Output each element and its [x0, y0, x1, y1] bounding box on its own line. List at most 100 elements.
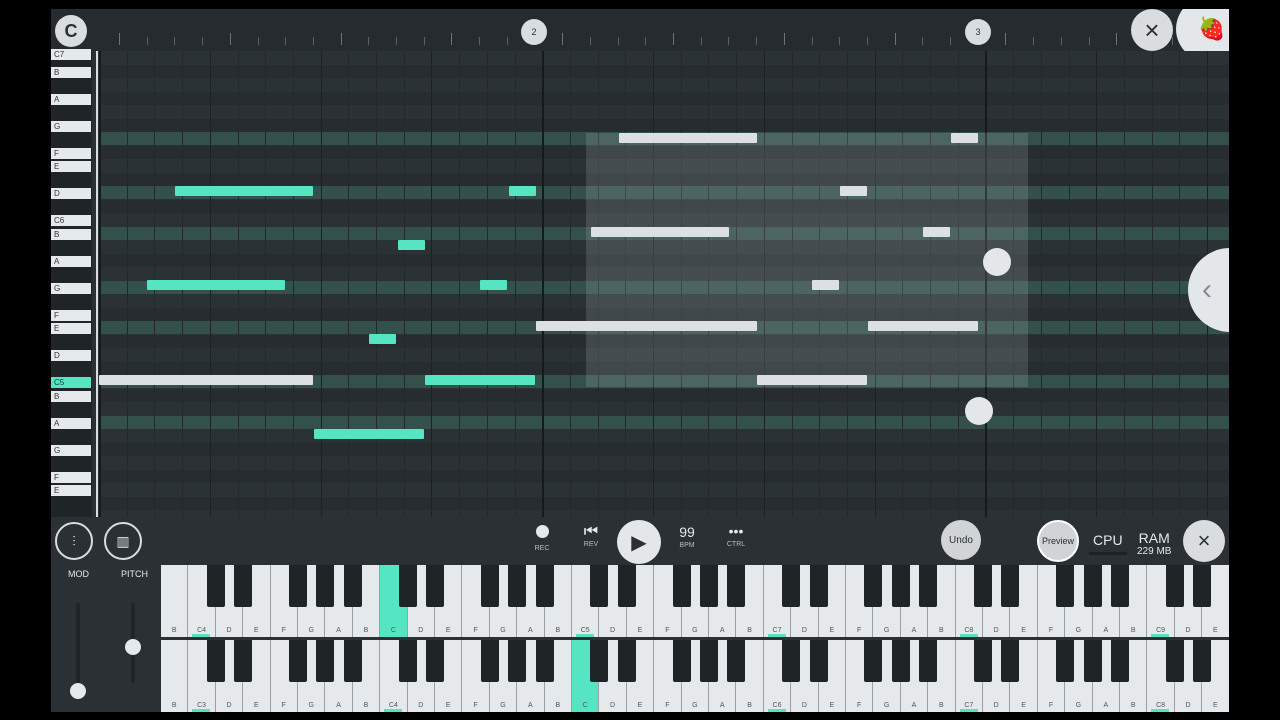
- black-key[interactable]: [508, 640, 527, 682]
- black-key[interactable]: [864, 640, 883, 682]
- piano-icon[interactable]: ▥: [104, 522, 142, 560]
- selection-region[interactable]: [586, 133, 1028, 387]
- key-label[interactable]: C5: [51, 377, 91, 388]
- key-label[interactable]: B: [51, 390, 91, 402]
- black-key[interactable]: [700, 565, 718, 607]
- note[interactable]: [536, 321, 757, 331]
- note[interactable]: [175, 186, 313, 196]
- black-key[interactable]: [727, 565, 746, 607]
- black-key[interactable]: [919, 640, 938, 682]
- key-label[interactable]: E: [51, 485, 91, 496]
- black-key[interactable]: [1111, 565, 1129, 607]
- black-key[interactable]: [590, 640, 609, 682]
- key-label[interactable]: F: [51, 147, 91, 159]
- undo-button[interactable]: Undo: [941, 520, 981, 560]
- black-key[interactable]: [1165, 640, 1184, 682]
- note[interactable]: [757, 375, 867, 385]
- note[interactable]: [812, 280, 839, 290]
- black-key[interactable]: [782, 640, 801, 682]
- black-key[interactable]: [974, 565, 992, 607]
- piano-roll-grid[interactable]: [99, 51, 1229, 517]
- black-key[interactable]: [234, 565, 253, 607]
- bpm-button[interactable]: 99 BPM: [675, 524, 699, 549]
- lower-keyboard[interactable]: B C3 D E F G A B C4 D E F G A B C D E F G A B C6 D E F G A B C7 D E F G A B…: [161, 640, 1229, 712]
- key-label[interactable]: G: [51, 444, 91, 456]
- key-label[interactable]: F: [51, 309, 91, 321]
- note[interactable]: [868, 321, 978, 331]
- play-button[interactable]: ▶: [617, 520, 661, 564]
- black-key[interactable]: [1165, 565, 1184, 607]
- black-key[interactable]: [398, 565, 417, 607]
- black-key[interactable]: [809, 565, 828, 607]
- black-key[interactable]: [1001, 640, 1020, 682]
- key-label[interactable]: G: [51, 282, 91, 294]
- rec-button[interactable]: REC: [531, 525, 553, 552]
- key-label[interactable]: G: [51, 120, 91, 132]
- black-key[interactable]: [617, 565, 636, 607]
- key-label[interactable]: F: [51, 471, 91, 483]
- black-key[interactable]: [891, 640, 910, 682]
- black-key[interactable]: [316, 565, 335, 607]
- app-logo-icon[interactable]: C: [55, 15, 87, 47]
- note[interactable]: [425, 375, 535, 385]
- black-key[interactable]: [343, 565, 362, 607]
- black-key[interactable]: [891, 565, 910, 607]
- note[interactable]: [147, 280, 285, 290]
- note[interactable]: [840, 186, 867, 196]
- black-key[interactable]: [206, 565, 225, 607]
- upper-keyboard[interactable]: B C4 D E F G A B C D E F G A B C5 D E F G A B C7 D E F G A B C8 D E F G A B…: [161, 565, 1229, 637]
- note[interactable]: [398, 240, 425, 250]
- pitch-slider-knob[interactable]: [125, 639, 141, 655]
- black-key[interactable]: [1111, 640, 1129, 682]
- key-label[interactable]: E: [51, 323, 91, 334]
- black-key[interactable]: [426, 640, 444, 682]
- selection-handle[interactable]: [965, 397, 993, 425]
- black-key[interactable]: [480, 565, 499, 607]
- key-label[interactable]: A: [51, 255, 91, 267]
- black-key[interactable]: [1001, 565, 1020, 607]
- note[interactable]: [314, 429, 424, 439]
- key-label[interactable]: A: [51, 93, 91, 105]
- note[interactable]: [480, 280, 507, 290]
- key-label[interactable]: C6: [51, 215, 91, 226]
- note[interactable]: [99, 375, 313, 385]
- key-label[interactable]: C7: [51, 49, 91, 60]
- black-key[interactable]: [974, 640, 992, 682]
- black-key[interactable]: [1083, 640, 1102, 682]
- black-key[interactable]: [1193, 640, 1212, 682]
- note[interactable]: [951, 133, 978, 143]
- black-key[interactable]: [1056, 565, 1075, 607]
- note[interactable]: [619, 133, 757, 143]
- key-label[interactable]: E: [51, 161, 91, 172]
- key-label[interactable]: D: [51, 350, 91, 361]
- black-key[interactable]: [1056, 640, 1075, 682]
- black-key[interactable]: [672, 640, 691, 682]
- black-key[interactable]: [617, 640, 636, 682]
- black-key[interactable]: [289, 565, 307, 607]
- black-key[interactable]: [700, 640, 718, 682]
- piano-roll-key-column[interactable]: C7 B A G F E D C6 B A G F E D C5 B A G F E: [51, 49, 92, 517]
- key-label[interactable]: A: [51, 417, 91, 429]
- black-key[interactable]: [782, 565, 801, 607]
- mod-slider-track[interactable]: [76, 603, 80, 693]
- note[interactable]: [369, 334, 396, 344]
- black-key[interactable]: [316, 640, 335, 682]
- black-key[interactable]: [343, 640, 362, 682]
- black-key[interactable]: [480, 640, 499, 682]
- black-key[interactable]: [234, 640, 253, 682]
- black-key[interactable]: [426, 565, 444, 607]
- black-key[interactable]: [864, 565, 883, 607]
- ctrl-button[interactable]: ••• CTRL: [721, 523, 751, 548]
- black-key[interactable]: [672, 565, 691, 607]
- bar-marker-2[interactable]: 2: [521, 19, 547, 45]
- white-key[interactable]: B: [161, 565, 189, 637]
- black-key[interactable]: [206, 640, 225, 682]
- black-key[interactable]: [535, 640, 554, 682]
- black-key[interactable]: [809, 640, 828, 682]
- black-key[interactable]: [1193, 565, 1212, 607]
- white-key[interactable]: B: [161, 640, 189, 712]
- note[interactable]: [509, 186, 536, 196]
- playhead[interactable]: [96, 51, 98, 517]
- black-key[interactable]: [508, 565, 527, 607]
- rev-button[interactable]: ⏮ REV: [578, 523, 604, 548]
